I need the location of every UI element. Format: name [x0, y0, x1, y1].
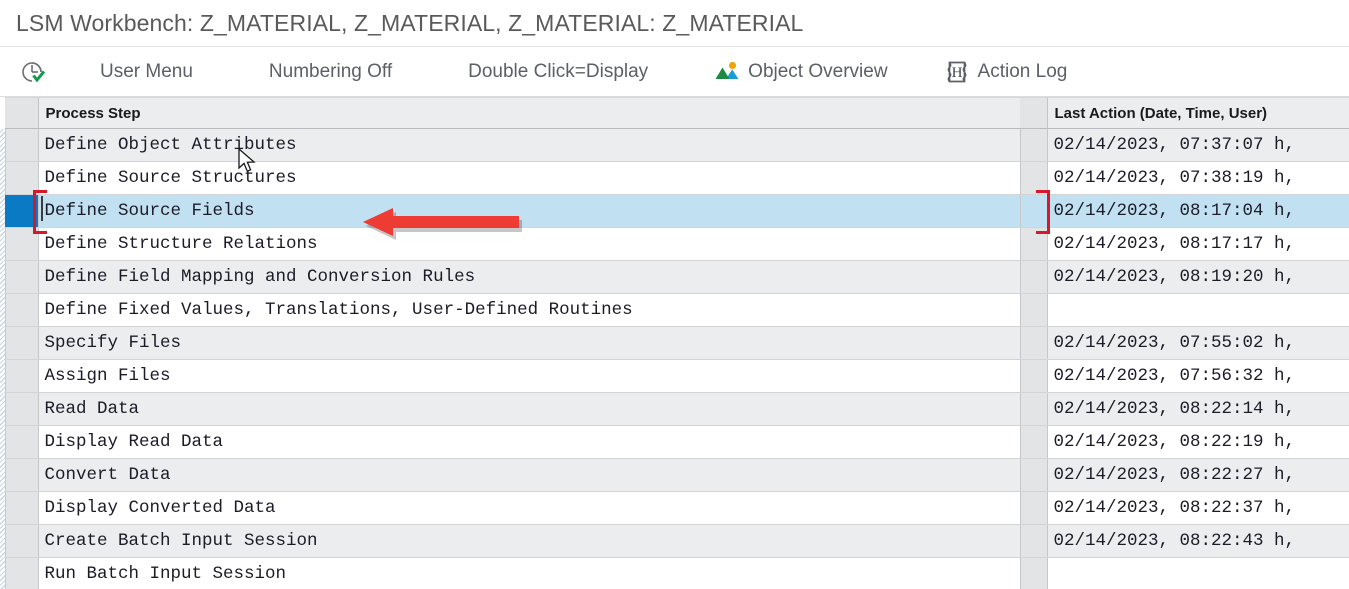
cell-process-step[interactable]: Display Converted Data: [37, 491, 1020, 525]
row-selector-cell[interactable]: [4, 491, 38, 525]
mid-gutter-cell: [1019, 557, 1047, 589]
row-selector-cell[interactable]: [4, 227, 38, 261]
mid-gutter-cell: [1019, 227, 1047, 261]
h-document-icon: H: [944, 59, 970, 85]
mid-gutter-cell: [1019, 194, 1047, 228]
table-row[interactable]: Define Source Structures 02/14/2023, 07:3…: [0, 161, 1349, 195]
toolbar: User Menu Numbering Off Double Click=Dis…: [0, 47, 1349, 97]
cell-process-step[interactable]: Define Fixed Values, Translations, User-…: [37, 293, 1020, 327]
clock-check-icon: [20, 59, 46, 85]
cell-last-action[interactable]: 02/14/2023, 07:56:32 h,: [1046, 359, 1349, 393]
column-header-process-step[interactable]: Process Step: [37, 97, 1020, 129]
mid-gutter-cell: [1019, 326, 1047, 360]
table-row[interactable]: Define Field Mapping and Conversion Rule…: [0, 260, 1349, 294]
title-bar: LSM Workbench: Z_MATERIAL, Z_MATERIAL, Z…: [0, 0, 1349, 47]
table-row[interactable]: Assign Files 02/14/2023, 07:56:32 h,: [0, 359, 1349, 393]
table-row[interactable]: Define Structure Relations 02/14/2023, 08…: [0, 227, 1349, 261]
cell-process-step[interactable]: Define Object Attributes: [37, 128, 1020, 162]
mid-gutter-cell: [1019, 425, 1047, 459]
cell-last-action[interactable]: 02/14/2023, 08:22:37 h,: [1046, 491, 1349, 525]
mid-gutter-cell: [1019, 293, 1047, 327]
row-selector-cell[interactable]: [4, 392, 38, 426]
row-selector-cell[interactable]: [4, 524, 38, 558]
cell-process-step[interactable]: Specify Files: [37, 326, 1020, 360]
table-header-row: Process Step Last Action (Date, Time, Us…: [0, 97, 1349, 129]
mid-gutter-cell: [1019, 524, 1047, 558]
action-log-button[interactable]: H Action Log: [932, 51, 1080, 93]
table-body: Define Object Attributes 02/14/2023, 07:3…: [0, 128, 1349, 589]
row-selector-cell[interactable]: [4, 260, 38, 294]
table-row[interactable]: Display Converted Data 02/14/2023, 08:22:…: [0, 491, 1349, 525]
mid-gutter-cell: [1019, 491, 1047, 525]
user-menu-button[interactable]: User Menu: [80, 51, 205, 93]
object-overview-label: Object Overview: [748, 60, 888, 82]
cell-process-step[interactable]: Define Field Mapping and Conversion Rule…: [37, 260, 1020, 294]
cell-last-action[interactable]: 02/14/2023, 08:22:14 h,: [1046, 392, 1349, 426]
column-header-last-action[interactable]: Last Action (Date, Time, User): [1046, 97, 1349, 129]
cell-last-action[interactable]: 02/14/2023, 08:22:27 h,: [1046, 458, 1349, 492]
cell-last-action[interactable]: 02/14/2023, 07:38:19 h,: [1046, 161, 1349, 195]
table-row[interactable]: Define Source Fields 02/14/2023, 08:17:04…: [0, 194, 1349, 228]
cell-process-step[interactable]: Read Data: [37, 392, 1020, 426]
mid-gutter-cell: [1019, 359, 1047, 393]
row-selector-header[interactable]: [5, 97, 38, 129]
mid-gutter-cell: [1019, 128, 1047, 162]
process-step-table-container: Process Step Last Action (Date, Time, Us…: [0, 97, 1349, 589]
table-row[interactable]: Create Batch Input Session 02/14/2023, 08…: [0, 524, 1349, 558]
table-row[interactable]: Define Fixed Values, Translations, User-…: [0, 293, 1349, 327]
numbering-off-label: Numbering Off: [268, 60, 393, 82]
cell-last-action[interactable]: 02/14/2023, 08:17:17 h,: [1046, 227, 1349, 261]
page-title: LSM Workbench: Z_MATERIAL, Z_MATERIAL, Z…: [16, 9, 804, 36]
mid-gutter-cell: [1019, 260, 1047, 294]
cell-process-step[interactable]: Define Source Structures: [37, 161, 1020, 195]
mid-gutter-cell: [1019, 161, 1047, 195]
object-overview-button[interactable]: Object Overview: [702, 51, 899, 93]
mid-gutter-cell: [1019, 392, 1047, 426]
cell-process-step[interactable]: Assign Files: [37, 359, 1020, 393]
row-selector-cell[interactable]: [4, 293, 38, 327]
table-row[interactable]: Specify Files 02/14/2023, 07:55:02 h,: [0, 326, 1349, 360]
mid-selector-header: [1020, 97, 1047, 129]
user-menu-label: User Menu: [100, 60, 193, 82]
double-click-display-button[interactable]: Double Click=Display: [448, 51, 660, 93]
table-row[interactable]: Read Data 02/14/2023, 08:22:14 h,: [0, 392, 1349, 426]
table-row[interactable]: Display Read Data 02/14/2023, 08:22:19 h,: [0, 425, 1349, 459]
process-step-table: Process Step Last Action (Date, Time, Us…: [0, 97, 1349, 589]
cell-last-action[interactable]: [1046, 557, 1349, 589]
landscape-icon: [714, 59, 740, 85]
numbering-off-button[interactable]: Numbering Off: [249, 51, 404, 93]
svg-text:H: H: [951, 65, 962, 81]
history-check-button[interactable]: [12, 51, 54, 93]
cell-process-step[interactable]: Define Source Fields: [37, 194, 1020, 228]
row-selector-cell[interactable]: [4, 458, 38, 492]
row-selector-cell[interactable]: [4, 359, 38, 393]
lsmw-window: LSM Workbench: Z_MATERIAL, Z_MATERIAL, Z…: [0, 0, 1349, 589]
row-selector-cell[interactable]: [4, 194, 38, 228]
table-row[interactable]: Define Object Attributes 02/14/2023, 07:3…: [0, 128, 1349, 162]
cell-process-step[interactable]: Display Read Data: [37, 425, 1020, 459]
row-selector-cell[interactable]: [4, 425, 38, 459]
row-selector-cell[interactable]: [4, 128, 38, 162]
cell-last-action[interactable]: 02/14/2023, 08:17:04 h,: [1046, 194, 1349, 228]
double-click-display-label: Double Click=Display: [468, 60, 649, 82]
row-selector-cell[interactable]: [4, 161, 38, 195]
cell-last-action[interactable]: 02/14/2023, 07:37:07 h,: [1046, 128, 1349, 162]
cell-last-action[interactable]: 02/14/2023, 08:19:20 h,: [1046, 260, 1349, 294]
cell-process-step[interactable]: Run Batch Input Session: [37, 557, 1020, 589]
cell-process-step[interactable]: Create Batch Input Session: [37, 524, 1020, 558]
action-log-label: Action Log: [977, 60, 1068, 82]
cell-last-action[interactable]: 02/14/2023, 08:22:19 h,: [1046, 425, 1349, 459]
row-selector-cell[interactable]: [4, 326, 38, 360]
cell-process-step[interactable]: Convert Data: [37, 458, 1020, 492]
cell-last-action[interactable]: 02/14/2023, 07:55:02 h,: [1046, 326, 1349, 360]
row-selector-cell[interactable]: [4, 557, 38, 589]
table-row[interactable]: Convert Data 02/14/2023, 08:22:27 h,: [0, 458, 1349, 492]
cell-last-action[interactable]: [1046, 293, 1349, 327]
mid-gutter-cell: [1019, 458, 1047, 492]
table-row[interactable]: Run Batch Input Session: [0, 557, 1349, 589]
cell-process-step[interactable]: Define Structure Relations: [37, 227, 1020, 261]
cell-last-action[interactable]: 02/14/2023, 08:22:43 h,: [1046, 524, 1349, 558]
